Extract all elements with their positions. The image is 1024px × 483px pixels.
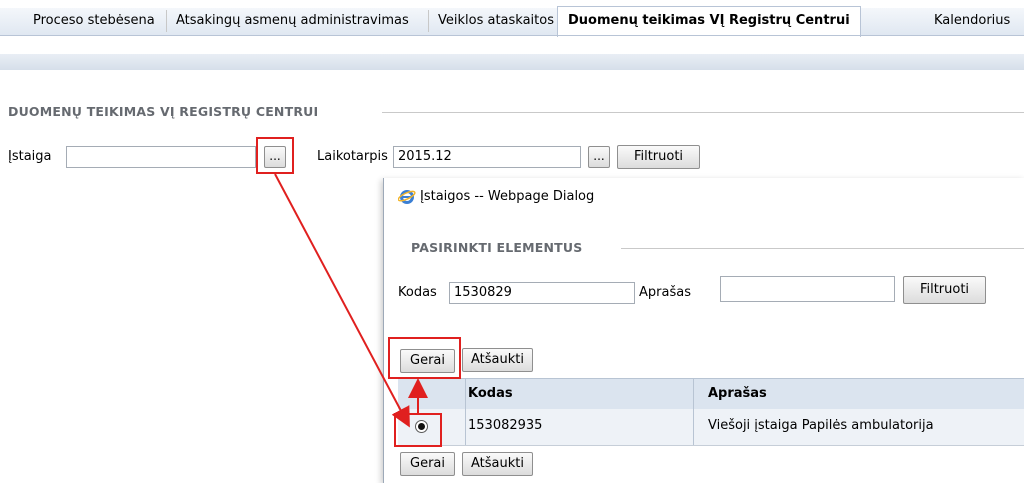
dialog-title: Įstaigos -- Webpage Dialog bbox=[420, 189, 595, 204]
filter-button[interactable]: Filtruoti bbox=[617, 145, 700, 169]
tab-separator bbox=[428, 10, 429, 32]
description-label: Aprašas bbox=[639, 285, 691, 300]
column-header-description[interactable]: Aprašas bbox=[708, 379, 767, 409]
code-label: Kodas bbox=[398, 285, 437, 300]
tab-underline bbox=[0, 35, 1024, 36]
grid-column-divider bbox=[693, 378, 694, 445]
column-header-code[interactable]: Kodas bbox=[468, 379, 513, 409]
highlight-istaiga-browse bbox=[256, 137, 294, 174]
code-field[interactable]: 1530829 bbox=[449, 282, 635, 304]
webpage-dialog: Įstaigos -- Webpage Dialog PASIRINKTI EL… bbox=[383, 178, 1024, 483]
row-code: 153082935 bbox=[468, 418, 543, 433]
ok-button-bottom[interactable]: Gerai bbox=[400, 452, 455, 476]
ie-browser-icon bbox=[398, 190, 416, 204]
istaiga-label: Įstaiga bbox=[8, 149, 52, 164]
period-browse-button[interactable]: ... bbox=[588, 146, 610, 168]
dialog-fieldset-title: PASIRINKTI ELEMENTUS bbox=[411, 240, 583, 255]
tab-separator bbox=[166, 10, 167, 32]
tab-kalendorius[interactable]: Kalendorius bbox=[934, 8, 1010, 34]
highlight-row-radio bbox=[394, 413, 442, 447]
cancel-button-top[interactable]: Atšaukti bbox=[462, 348, 533, 372]
dialog-filter-button[interactable]: Filtruoti bbox=[903, 276, 986, 304]
tab-atsakingu-asmenu[interactable]: Atsakingų asmenų administravimas bbox=[176, 8, 409, 34]
tab-veiklos-ataskaitos[interactable]: Veiklos ataskaitos bbox=[438, 8, 554, 34]
description-field[interactable] bbox=[720, 276, 895, 302]
grid-header: Kodas Aprašas bbox=[398, 378, 1024, 410]
dialog-fieldset-divider bbox=[621, 248, 1024, 249]
tab-proceso-stebesena[interactable]: Proceso stebėsena bbox=[33, 8, 155, 34]
period-field[interactable]: 2015.12 bbox=[393, 146, 581, 168]
istaiga-field[interactable] bbox=[66, 146, 256, 168]
section-title: DUOMENŲ TEIKIMAS VĮ REGISTRŲ CENTRUI bbox=[8, 104, 319, 119]
row-description: Viešoji įstaiga Papilės ambulatorija bbox=[708, 418, 934, 433]
highlight-ok-button bbox=[388, 337, 461, 379]
table-row[interactable]: 153082935 Viešoji įstaiga Papilės ambula… bbox=[398, 409, 1024, 446]
section-divider bbox=[382, 112, 1024, 113]
tab-duomenu-teikimas[interactable]: Duomenų teikimas VĮ Registrų Centrui bbox=[557, 6, 861, 37]
period-label: Laikotarpis bbox=[317, 149, 388, 164]
toolbar-strip bbox=[0, 54, 1024, 70]
grid-column-divider bbox=[465, 378, 466, 445]
cancel-button-bottom[interactable]: Atšaukti bbox=[462, 452, 533, 476]
